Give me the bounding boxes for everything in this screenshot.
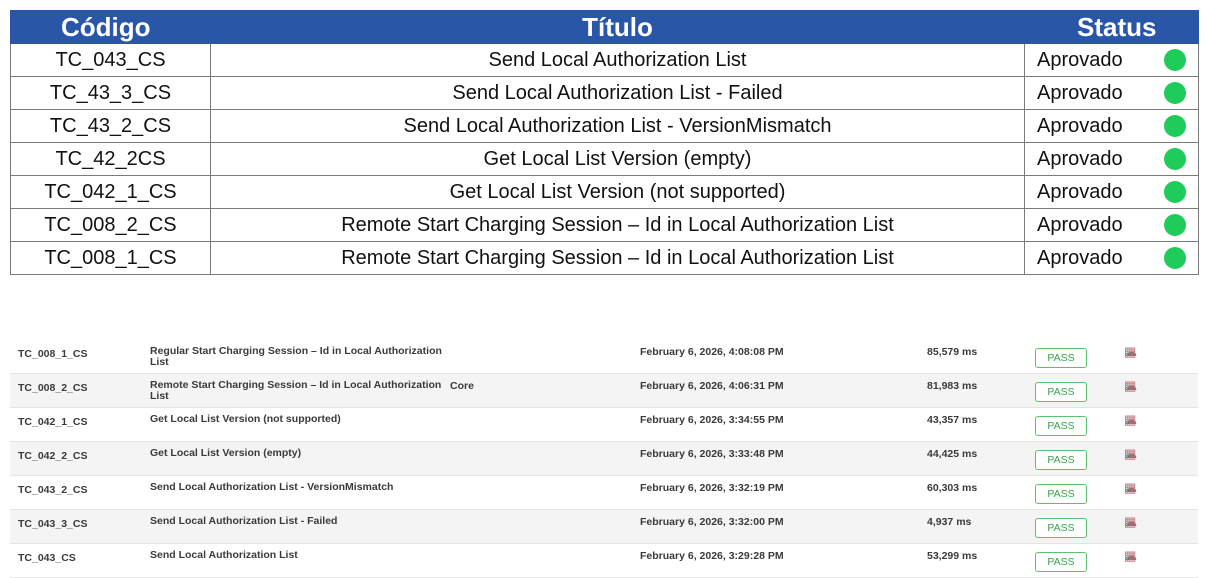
result-duration: 81,983 ms: [927, 380, 978, 392]
test-title: Send Local Authorization List - VersionM…: [210, 109, 1025, 143]
test-code: TC_43_3_CS: [10, 76, 211, 110]
status-text: Aprovado: [1037, 147, 1123, 170]
result-duration: 44,425 ms: [927, 448, 978, 460]
result-date: February 6, 2026, 3:33:48 PM: [640, 448, 784, 460]
status-indicator-icon: [1164, 82, 1186, 104]
pass-badge: PASS: [1035, 552, 1087, 572]
result-row[interactable]: TC_043_2_CS Send Local Authorization Lis…: [10, 476, 1198, 510]
test-title: Send Local Authorization List - Failed: [210, 76, 1025, 110]
result-row[interactable]: TC_042_2_CS Get Local List Version (empt…: [10, 442, 1198, 476]
pass-badge: PASS: [1035, 450, 1087, 470]
trash-icon[interactable]: ▥: [1124, 480, 1137, 496]
result-category: Core: [450, 380, 474, 392]
result-title: Regular Start Charging Session – Id in L…: [150, 345, 442, 368]
trash-icon[interactable]: ▥: [1124, 412, 1137, 428]
status-text: Aprovado: [1037, 114, 1123, 137]
result-id: TC_043_3_CS: [18, 518, 88, 530]
summary-row: TC_042_1_CS Get Local List Version (not …: [10, 175, 1199, 209]
result-duration: 85,579 ms: [927, 346, 978, 358]
result-row[interactable]: TC_043_CS Send Local Authorization List …: [10, 544, 1198, 578]
result-id: TC_008_1_CS: [18, 348, 88, 360]
result-id: TC_043_2_CS: [18, 484, 88, 496]
result-id: TC_043_CS: [18, 552, 76, 564]
trash-icon[interactable]: ▥: [1124, 344, 1137, 360]
status-indicator-icon: [1164, 115, 1186, 137]
summary-header-row: Código Título Status: [10, 10, 1199, 44]
result-date: February 6, 2026, 3:34:55 PM: [640, 414, 784, 426]
header-code: Código: [10, 10, 211, 44]
result-row[interactable]: TC_042_1_CS Get Local List Version (not …: [10, 408, 1198, 442]
status-indicator-icon: [1164, 214, 1186, 236]
result-id: TC_042_2_CS: [18, 450, 88, 462]
result-date: February 6, 2026, 3:29:28 PM: [640, 550, 784, 562]
test-code: TC_43_2_CS: [10, 109, 211, 143]
test-title: Get Local List Version (empty): [210, 142, 1025, 176]
result-date: February 6, 2026, 3:32:19 PM: [640, 482, 784, 494]
status-indicator-icon: [1164, 247, 1186, 269]
result-title: Get Local List Version (not supported): [150, 413, 341, 425]
pass-badge: PASS: [1035, 416, 1087, 436]
pass-badge: PASS: [1035, 518, 1087, 538]
status-text: Aprovado: [1037, 246, 1123, 269]
pass-badge: PASS: [1035, 382, 1087, 402]
result-id: TC_042_1_CS: [18, 416, 88, 428]
test-title: Get Local List Version (not supported): [210, 175, 1025, 209]
result-row[interactable]: TC_008_1_CS Regular Start Charging Sessi…: [10, 340, 1198, 374]
result-duration: 43,357 ms: [927, 414, 978, 426]
result-title: Send Local Authorization List: [150, 549, 298, 561]
status-text: Aprovado: [1037, 81, 1123, 104]
test-code: TC_043_CS: [10, 43, 211, 77]
result-id: TC_008_2_CS: [18, 382, 88, 394]
results-list: TC_008_1_CS Regular Start Charging Sessi…: [10, 340, 1198, 578]
trash-icon[interactable]: ▥: [1124, 446, 1137, 462]
result-row[interactable]: TC_043_3_CS Send Local Authorization Lis…: [10, 510, 1198, 544]
summary-row: TC_008_2_CS Remote Start Charging Sessio…: [10, 208, 1199, 242]
status-indicator-icon: [1164, 181, 1186, 203]
result-date: February 6, 2026, 4:08:08 PM: [640, 346, 784, 358]
result-title: Send Local Authorization List - VersionM…: [150, 481, 394, 493]
result-date: February 6, 2026, 3:32:00 PM: [640, 516, 784, 528]
summary-row: TC_43_3_CS Send Local Authorization List…: [10, 76, 1199, 110]
status-text: Aprovado: [1037, 180, 1123, 203]
status-text: Aprovado: [1037, 213, 1123, 236]
status-cell: Aprovado: [1024, 175, 1199, 209]
test-title: Remote Start Charging Session – Id in Lo…: [210, 208, 1025, 242]
summary-table: Código Título Status TC_043_CS Send Loca…: [10, 10, 1199, 275]
pass-badge: PASS: [1035, 484, 1087, 504]
test-code: TC_042_1_CS: [10, 175, 211, 209]
status-text: Aprovado: [1037, 48, 1123, 71]
status-indicator-icon: [1164, 148, 1186, 170]
status-cell: Aprovado: [1024, 43, 1199, 77]
status-cell: Aprovado: [1024, 208, 1199, 242]
trash-icon[interactable]: ▥: [1124, 514, 1137, 530]
header-status: Status: [1024, 10, 1199, 44]
status-cell: Aprovado: [1024, 109, 1199, 143]
header-title: Título: [210, 10, 1025, 44]
test-title: Send Local Authorization List: [210, 43, 1025, 77]
trash-icon[interactable]: ▥: [1124, 548, 1137, 564]
result-date: February 6, 2026, 4:06:31 PM: [640, 380, 784, 392]
pass-badge: PASS: [1035, 348, 1087, 368]
test-title: Remote Start Charging Session – Id in Lo…: [210, 241, 1025, 275]
status-cell: Aprovado: [1024, 76, 1199, 110]
summary-row: TC_043_CS Send Local Authorization List …: [10, 43, 1199, 77]
status-cell: Aprovado: [1024, 142, 1199, 176]
test-code: TC_008_2_CS: [10, 208, 211, 242]
test-code: TC_42_2CS: [10, 142, 211, 176]
result-duration: 53,299 ms: [927, 550, 978, 562]
status-cell: Aprovado: [1024, 241, 1199, 275]
test-code: TC_008_1_CS: [10, 241, 211, 275]
result-title: Remote Start Charging Session – Id in Lo…: [150, 379, 442, 402]
summary-row: TC_008_1_CS Remote Start Charging Sessio…: [10, 241, 1199, 275]
result-title: Get Local List Version (empty): [150, 447, 302, 459]
result-row[interactable]: TC_008_2_CS Remote Start Charging Sessio…: [10, 374, 1198, 408]
result-duration: 4,937 ms: [927, 516, 972, 528]
summary-row: TC_43_2_CS Send Local Authorization List…: [10, 109, 1199, 143]
result-duration: 60,303 ms: [927, 482, 978, 494]
summary-row: TC_42_2CS Get Local List Version (empty)…: [10, 142, 1199, 176]
trash-icon[interactable]: ▥: [1124, 378, 1137, 394]
status-indicator-icon: [1164, 49, 1186, 71]
result-title: Send Local Authorization List - Failed: [150, 515, 338, 527]
